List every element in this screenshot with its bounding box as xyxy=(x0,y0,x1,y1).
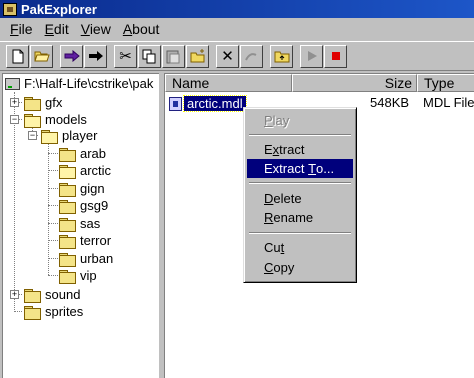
stop-icon xyxy=(331,52,340,60)
menu-item-play[interactable]: Play xyxy=(247,111,353,130)
tree-item-sound[interactable]: sound xyxy=(24,286,80,303)
menu-item-delete[interactable]: Delete xyxy=(247,189,353,208)
copy-icon xyxy=(142,49,156,63)
tree-item-player[interactable]: player xyxy=(41,127,97,144)
rename-button[interactable] xyxy=(240,44,263,68)
arrow-right-purple-icon xyxy=(64,50,80,62)
column-header-name[interactable]: Name xyxy=(165,74,292,92)
scissors-icon: ✂ xyxy=(119,47,132,65)
tree-item-gfx[interactable]: gfx xyxy=(24,94,62,111)
new-file-icon xyxy=(12,49,23,63)
tree-item-arctic[interactable]: arctic xyxy=(59,162,111,179)
new-file-button[interactable] xyxy=(6,44,29,68)
tree-item-arab[interactable]: arab xyxy=(59,145,106,162)
paste-button[interactable] xyxy=(162,44,185,68)
menu-file[interactable]: File xyxy=(4,21,39,37)
up-folder-button[interactable] xyxy=(270,44,293,68)
arrow-right-black-icon xyxy=(88,51,103,61)
tree-item-sas[interactable]: sas xyxy=(59,215,100,232)
menu-item-extract[interactable]: Ex tract xyxy=(247,140,353,159)
tree-item-urban[interactable]: urban xyxy=(59,250,113,267)
app-icon xyxy=(3,2,17,16)
folder-icon xyxy=(59,217,76,232)
file-type: MDL File xyxy=(423,95,474,110)
tree-item-gign[interactable]: gign xyxy=(59,180,105,197)
folder-icon xyxy=(59,252,76,267)
close-x-icon: ✕ xyxy=(221,47,234,65)
menu-separator xyxy=(249,232,351,234)
drive-icon xyxy=(5,77,20,90)
expand-icon[interactable]: + xyxy=(10,98,19,107)
file-size: 548KB xyxy=(370,95,410,110)
menu-view[interactable]: View xyxy=(75,21,117,37)
folder-icon xyxy=(24,305,41,320)
menu-separator xyxy=(249,134,351,136)
cut-button[interactable]: ✂ xyxy=(114,44,137,68)
new-folder-icon xyxy=(190,49,204,63)
folder-icon xyxy=(59,147,76,162)
file-name: arctic.mdl xyxy=(183,95,247,112)
menu-item-cut[interactable]: Cu t xyxy=(247,238,353,257)
open-folder-icon xyxy=(41,129,58,144)
menu-about[interactable]: About xyxy=(117,21,166,37)
open-folder-icon xyxy=(33,51,50,62)
tree-item-terror[interactable]: terror xyxy=(59,232,111,249)
tree-root[interactable]: F:\Half-Life\cstrike\pak xyxy=(5,75,153,92)
tree-item-sprites[interactable]: sprites xyxy=(24,303,83,320)
move-right-button[interactable] xyxy=(60,44,83,68)
stop-button[interactable] xyxy=(324,44,347,68)
folder-icon xyxy=(24,288,41,303)
new-folder-button[interactable] xyxy=(186,44,209,68)
rename-disabled-icon xyxy=(245,52,257,60)
folder-icon xyxy=(59,182,76,197)
collapse-icon[interactable]: − xyxy=(10,115,19,124)
paste-icon xyxy=(166,50,180,63)
title-bar: PakExplorer xyxy=(0,0,474,18)
open-file-button[interactable] xyxy=(30,44,53,68)
toolbar: ✂ ✕ xyxy=(0,41,474,71)
up-folder-icon xyxy=(274,51,289,63)
folder-tree[interactable]: F:\Half-Life\cstrike\pak + gfx − models … xyxy=(2,73,159,378)
menu-item-rename[interactable]: Rename xyxy=(247,208,353,227)
open-folder-icon xyxy=(59,164,76,179)
collapse-icon[interactable]: − xyxy=(28,131,37,140)
copy-button[interactable] xyxy=(138,44,161,68)
menu-item-extract-to[interactable]: Extract To... xyxy=(247,159,353,178)
expand-icon[interactable]: + xyxy=(10,290,19,299)
folder-icon xyxy=(59,269,76,284)
menu-edit[interactable]: Edit xyxy=(39,21,75,37)
play-button[interactable] xyxy=(300,44,323,68)
menu-bar: File Edit View About xyxy=(0,18,474,40)
column-header-type[interactable]: Type xyxy=(417,74,474,92)
folder-icon xyxy=(59,199,76,214)
folder-icon xyxy=(24,96,41,111)
folder-icon xyxy=(59,234,76,249)
tree-item-vip[interactable]: vip xyxy=(59,267,97,284)
mdl-file-icon xyxy=(169,96,182,111)
tree-root-label: F:\Half-Life\cstrike\pak xyxy=(24,76,154,91)
open-folder-icon xyxy=(24,113,41,128)
file-row[interactable]: arctic.mdl xyxy=(169,95,247,112)
window-title: PakExplorer xyxy=(21,1,97,17)
column-header-size[interactable]: Size xyxy=(292,74,417,92)
delete-button[interactable]: ✕ xyxy=(216,44,239,68)
menu-separator xyxy=(249,182,351,184)
tree-item-gsg9[interactable]: gsg9 xyxy=(59,197,108,214)
context-menu: Play Ex tract Extract To... Delete Rename… xyxy=(243,107,357,283)
play-icon xyxy=(307,51,317,61)
tree-item-models[interactable]: models xyxy=(24,111,87,128)
forward-button[interactable] xyxy=(84,44,107,68)
menu-item-copy[interactable]: Copy xyxy=(247,258,353,277)
